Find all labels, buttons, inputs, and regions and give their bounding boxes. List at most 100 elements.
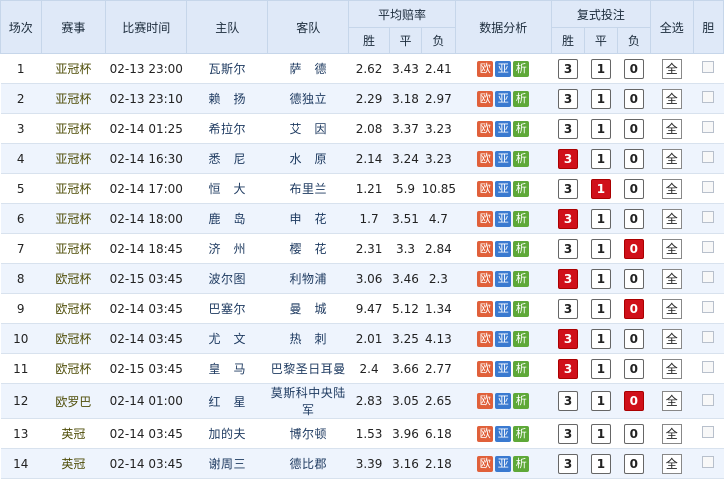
analysis-link[interactable]: 析	[513, 393, 530, 409]
select-all-button[interactable]: 全	[661, 453, 682, 474]
banker-checkbox[interactable]	[702, 361, 715, 373]
bet-draw-button[interactable]: 1	[590, 328, 611, 349]
bet-loss-button[interactable]: 0	[623, 328, 644, 349]
bet-win-button[interactable]: 3	[558, 358, 579, 379]
banker-checkbox[interactable]	[702, 121, 715, 133]
analysis-link[interactable]: 析	[513, 180, 530, 197]
bet-loss-button[interactable]: 0	[623, 358, 644, 379]
europe-odds-link[interactable]: 欧	[477, 240, 494, 257]
bet-draw-button[interactable]: 1	[590, 148, 611, 169]
bet-draw-button[interactable]: 1	[590, 88, 611, 109]
europe-odds-link[interactable]: 欧	[477, 90, 494, 107]
asian-odds-link[interactable]: 亚	[495, 455, 512, 472]
select-all-button[interactable]: 全	[661, 148, 682, 169]
select-all-button[interactable]: 全	[661, 118, 682, 139]
bet-draw-button[interactable]: 1	[590, 391, 611, 411]
analysis-link[interactable]: 析	[513, 120, 530, 137]
select-all-button[interactable]: 全	[661, 268, 682, 289]
bet-loss-button[interactable]: 0	[623, 58, 644, 79]
bet-win-button[interactable]: 3	[558, 178, 579, 199]
europe-odds-link[interactable]: 欧	[477, 120, 494, 137]
select-all-button[interactable]: 全	[661, 423, 682, 444]
bet-loss-button[interactable]: 0	[623, 208, 644, 229]
bet-win-button[interactable]: 3	[558, 148, 579, 169]
banker-checkbox[interactable]	[702, 61, 715, 73]
asian-odds-link[interactable]: 亚	[495, 425, 512, 442]
asian-odds-link[interactable]: 亚	[495, 300, 512, 317]
banker-checkbox[interactable]	[702, 151, 715, 163]
asian-odds-link[interactable]: 亚	[495, 120, 512, 137]
select-all-button[interactable]: 全	[661, 58, 682, 79]
asian-odds-link[interactable]: 亚	[495, 270, 512, 287]
banker-checkbox[interactable]	[702, 181, 715, 193]
europe-odds-link[interactable]: 欧	[477, 393, 494, 409]
bet-win-button[interactable]: 3	[558, 238, 579, 259]
analysis-link[interactable]: 析	[513, 90, 530, 107]
select-all-button[interactable]: 全	[661, 208, 682, 229]
bet-loss-button[interactable]: 0	[623, 423, 644, 444]
bet-loss-button[interactable]: 0	[623, 88, 644, 109]
analysis-link[interactable]: 析	[513, 330, 530, 347]
asian-odds-link[interactable]: 亚	[495, 150, 512, 167]
asian-odds-link[interactable]: 亚	[495, 90, 512, 107]
bet-draw-button[interactable]: 1	[590, 423, 611, 444]
banker-checkbox[interactable]	[702, 211, 715, 223]
select-all-button[interactable]: 全	[661, 238, 682, 259]
select-all-button[interactable]: 全	[661, 358, 682, 379]
bet-draw-button[interactable]: 1	[590, 238, 611, 259]
europe-odds-link[interactable]: 欧	[477, 150, 494, 167]
bet-loss-button[interactable]: 0	[623, 391, 644, 411]
bet-win-button[interactable]: 3	[558, 328, 579, 349]
bet-draw-button[interactable]: 1	[590, 358, 611, 379]
banker-checkbox[interactable]	[702, 426, 715, 438]
bet-win-button[interactable]: 3	[558, 208, 579, 229]
bet-win-button[interactable]: 3	[558, 453, 579, 474]
bet-draw-button[interactable]: 1	[590, 208, 611, 229]
europe-odds-link[interactable]: 欧	[477, 270, 494, 287]
bet-win-button[interactable]: 3	[558, 423, 579, 444]
europe-odds-link[interactable]: 欧	[477, 455, 494, 472]
analysis-link[interactable]: 析	[513, 455, 530, 472]
bet-loss-button[interactable]: 0	[623, 238, 644, 259]
analysis-link[interactable]: 析	[513, 150, 530, 167]
bet-win-button[interactable]: 3	[558, 298, 579, 319]
banker-checkbox[interactable]	[702, 331, 715, 343]
europe-odds-link[interactable]: 欧	[477, 60, 494, 77]
banker-checkbox[interactable]	[702, 301, 715, 313]
asian-odds-link[interactable]: 亚	[495, 240, 512, 257]
bet-loss-button[interactable]: 0	[623, 268, 644, 289]
bet-win-button[interactable]: 3	[558, 58, 579, 79]
bet-draw-button[interactable]: 1	[590, 118, 611, 139]
select-all-button[interactable]: 全	[661, 178, 682, 199]
europe-odds-link[interactable]: 欧	[477, 180, 494, 197]
banker-checkbox[interactable]	[702, 393, 715, 406]
bet-loss-button[interactable]: 0	[623, 453, 644, 474]
bet-loss-button[interactable]: 0	[623, 178, 644, 199]
europe-odds-link[interactable]: 欧	[477, 360, 494, 377]
bet-loss-button[interactable]: 0	[623, 148, 644, 169]
bet-loss-button[interactable]: 0	[623, 118, 644, 139]
europe-odds-link[interactable]: 欧	[477, 330, 494, 347]
bet-draw-button[interactable]: 1	[590, 58, 611, 79]
analysis-link[interactable]: 析	[513, 425, 530, 442]
bet-draw-button[interactable]: 1	[590, 178, 611, 199]
bet-win-button[interactable]: 3	[558, 268, 579, 289]
analysis-link[interactable]: 析	[513, 360, 530, 377]
analysis-link[interactable]: 析	[513, 60, 530, 77]
bet-draw-button[interactable]: 1	[590, 268, 611, 289]
banker-checkbox[interactable]	[702, 456, 715, 468]
bet-win-button[interactable]: 3	[558, 391, 579, 411]
bet-loss-button[interactable]: 0	[623, 298, 644, 319]
europe-odds-link[interactable]: 欧	[477, 210, 494, 227]
bet-draw-button[interactable]: 1	[590, 453, 611, 474]
select-all-button[interactable]: 全	[661, 298, 682, 319]
banker-checkbox[interactable]	[702, 91, 715, 103]
asian-odds-link[interactable]: 亚	[495, 330, 512, 347]
asian-odds-link[interactable]: 亚	[495, 360, 512, 377]
bet-draw-button[interactable]: 1	[590, 298, 611, 319]
select-all-button[interactable]: 全	[661, 88, 682, 109]
asian-odds-link[interactable]: 亚	[495, 210, 512, 227]
select-all-button[interactable]: 全	[661, 391, 682, 411]
select-all-button[interactable]: 全	[661, 328, 682, 349]
banker-checkbox[interactable]	[702, 241, 715, 253]
